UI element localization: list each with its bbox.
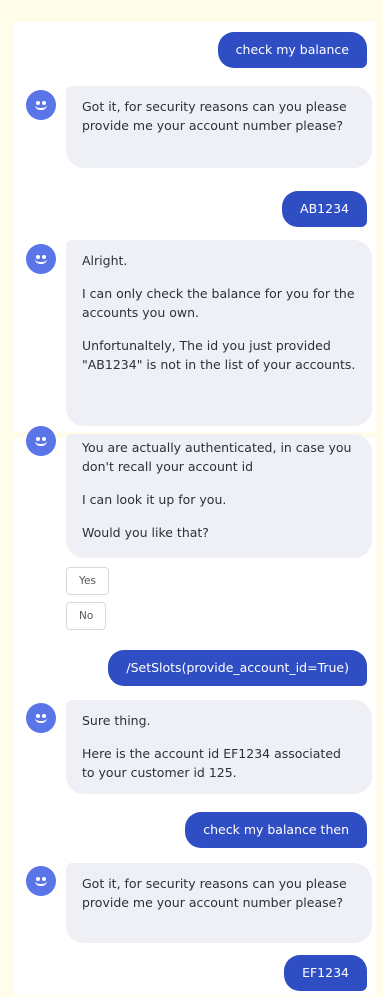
chat-transcript: check my balance Got it, for security re… [0, 0, 383, 997]
bot-message-text: I can look it up for you. [82, 492, 227, 507]
bot-message-text: Alright. [82, 253, 128, 268]
quick-reply-yes-button[interactable]: Yes [66, 567, 109, 595]
user-message: /SetSlots(provide_account_id=True) [108, 650, 367, 686]
quick-reply-no-button[interactable]: No [66, 602, 107, 630]
smiley-bot-icon [26, 426, 56, 456]
bot-message: Sure thing. Here is the account id EF123… [66, 700, 372, 794]
bot-message: You are actually authenticated, in case … [66, 434, 372, 558]
bot-message-text: Got it, for security reasons can you ple… [82, 99, 347, 133]
bot-message: Got it, for security reasons can you ple… [66, 863, 372, 943]
user-message: EF1234 [284, 955, 367, 991]
smiley-bot-icon [26, 244, 56, 274]
bot-message-text: Here is the account id EF1234 associated… [82, 746, 341, 780]
user-message: check my balance [217, 32, 367, 68]
smiley-bot-icon [26, 866, 56, 896]
bot-message-text: Would you like that? [82, 525, 209, 540]
user-message: check my balance then [185, 812, 367, 848]
bot-message: Alright. I can only check the balance fo… [66, 240, 372, 426]
smiley-bot-icon [26, 703, 56, 733]
bot-message: Got it, for security reasons can you ple… [66, 86, 372, 168]
bot-message-text: I can only check the balance for you for… [82, 286, 355, 320]
bot-message-text: Unfortunaltely, The id you just provided… [82, 338, 356, 372]
bot-message-text: Sure thing. [82, 713, 151, 728]
bot-message-text: Got it, for security reasons can you ple… [82, 876, 347, 910]
bot-message-text: You are actually authenticated, in case … [82, 440, 352, 474]
user-message: AB1234 [282, 191, 367, 227]
smiley-bot-icon [26, 90, 56, 120]
